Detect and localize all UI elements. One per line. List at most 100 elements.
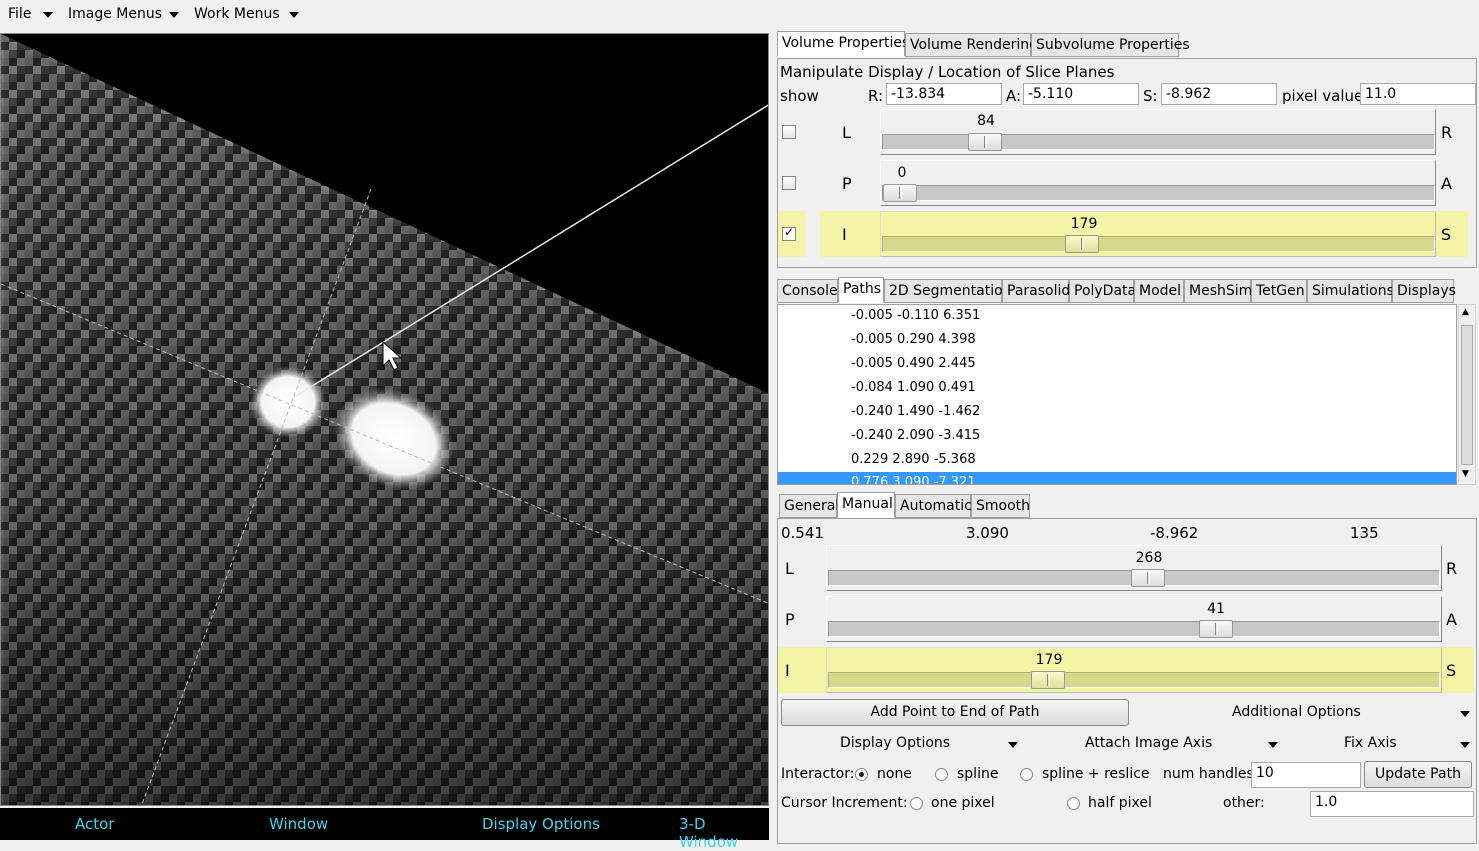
additional-options-menu[interactable]: Additional Options [1232,704,1361,720]
chevron-down-icon[interactable] [289,12,299,18]
chevron-down-icon[interactable] [169,12,179,18]
display-options-button[interactable]: Display Options [482,815,600,833]
num-handles-label: num handles [1163,766,1254,782]
pa-slider-track[interactable] [882,185,1435,201]
scroll-down-icon[interactable]: ▼ [1462,469,1469,479]
volume-tabs: Volume Properties Volume Rendering Subvo… [777,31,1479,59]
tab-general[interactable]: General [779,494,839,518]
tab-subvolume-properties[interactable]: Subvolume Properties [1031,33,1190,57]
r-coordinate-field[interactable]: -13.834 [886,83,1002,105]
menu-image-menus[interactable]: Image Menus [68,6,162,22]
tab-paths[interactable]: Paths [838,277,884,303]
interactor-spline-label: spline [957,766,999,782]
slider-left-label: I [785,661,790,680]
s-label: S: [1143,87,1158,105]
actor-button[interactable]: Actor [75,815,114,833]
chevron-down-icon[interactable] [1008,742,1018,748]
half-pixel-radio[interactable] [1067,797,1080,810]
show-pa-plane-checkbox[interactable] [782,176,796,190]
a-coordinate-field[interactable]: -5.110 [1023,83,1139,105]
tab-automatic[interactable]: Automatic [895,494,972,518]
show-is-plane-checkbox[interactable]: ✓ [782,225,796,241]
list-item[interactable]: -0.005 0.490 2.445 [851,356,976,371]
show-lr-plane-checkbox[interactable] [782,125,796,139]
list-item[interactable]: -0.005 -0.110 6.351 [851,308,980,323]
list-item-selected[interactable]: 0.776 3.090 -7.321 [851,475,976,484]
list-item[interactable]: -0.005 0.290 4.398 [851,332,976,347]
one-pixel-radio[interactable] [910,797,923,810]
is-slider-thumb[interactable] [1065,235,1099,253]
interactor-spline-radio[interactable] [935,768,948,781]
tab-tetgen[interactable]: TetGen [1251,279,1307,303]
ct-slice-image[interactable] [1,34,769,806]
chevron-down-icon[interactable] [1460,711,1470,717]
manual-is-slider-thumb[interactable] [1031,671,1065,689]
menu-file[interactable]: File [8,6,31,22]
pixel-value-label: pixel value: [1282,87,1369,105]
list-item[interactable]: 0.229 2.890 -5.368 [851,452,976,467]
menu-bar: File Image Menus Work Menus [0,0,769,30]
3d-window-button[interactable]: 3-D Window [679,815,769,851]
coord-z: -8.962 [1150,524,1199,542]
s-coordinate-field[interactable]: -8.962 [1161,83,1277,105]
update-path-button[interactable]: Update Path [1364,761,1472,788]
viewer-bottom-bar: Actor Window Display Options 3-D Window [0,808,769,851]
list-item[interactable]: -0.084 1.090 0.491 [851,380,976,395]
volume-properties-panel: Manipulate Display / Location of Slice P… [777,58,1477,268]
tab-meshsim[interactable]: MeshSim [1184,279,1252,303]
tab-displays[interactable]: Displays [1392,279,1456,303]
window-button[interactable]: Window [269,815,328,833]
is-slider-track[interactable] [882,236,1435,252]
tab-smooth[interactable]: Smooth [971,494,1030,518]
interactor-none-radio[interactable] [855,768,868,781]
slider-right-label: A [1446,610,1457,629]
tab-polydata[interactable]: PolyData [1069,279,1136,303]
scroll-up-icon[interactable]: ▲ [1462,307,1469,317]
tab-manual[interactable]: Manual [837,492,895,518]
interactor-spline-reslice-label: spline + reslice [1042,766,1150,782]
manual-pa-slider-track[interactable] [828,621,1440,637]
interactor-spline-reslice-radio[interactable] [1020,768,1033,781]
pa-slider-value: 0 [897,165,907,181]
tab-simulations[interactable]: Simulations [1307,279,1394,303]
slider-left-label: P [785,610,795,629]
chevron-down-icon[interactable] [1268,742,1278,748]
interactor-none-label: none [877,766,912,782]
tab-console[interactable]: Console [777,279,838,303]
image-viewer[interactable] [0,33,769,806]
chevron-down-icon[interactable] [43,12,53,18]
lr-slider-value: 84 [977,113,995,129]
slider-right-label: S [1446,661,1457,680]
other-increment-field[interactable]: 1.0 [1310,791,1474,817]
manual-lr-slider-thumb[interactable] [1131,569,1165,587]
attach-image-axis-menu[interactable]: Attach Image Axis [1085,735,1212,751]
tab-volume-rendering[interactable]: Volume Rendering [905,33,1038,57]
tab-2d-segmentation[interactable]: 2D Segmentation [884,279,1012,303]
pixel-value-field[interactable]: 11.0 [1360,83,1476,105]
manual-pa-value: 41 [1207,601,1225,617]
manual-panel: 0.541 3.090 -8.962 135 L 268 R P 41 A I … [777,518,1477,844]
tab-model[interactable]: Model [1134,279,1184,303]
fix-axis-menu[interactable]: Fix Axis [1344,735,1397,751]
display-options-menu[interactable]: Display Options [840,735,950,751]
menu-work-menus[interactable]: Work Menus [194,6,280,22]
lr-slider-thumb[interactable] [968,133,1002,151]
pa-slider-thumb[interactable] [883,184,917,202]
show-label: show [780,87,819,105]
slider-right-label: S [1441,225,1452,244]
manual-is-slider-track[interactable] [828,672,1440,688]
list-item[interactable]: -0.240 2.090 -3.415 [851,428,980,443]
paths-list[interactable]: -0.005 -0.110 6.351 -0.005 0.290 4.398 -… [777,304,1457,485]
chevron-down-icon[interactable] [1460,742,1470,748]
num-handles-field[interactable]: 10 [1251,762,1361,788]
list-item[interactable]: -0.240 1.490 -1.462 [851,404,980,419]
manual-pa-slider-thumb[interactable] [1199,620,1233,638]
a-label: A: [1006,87,1022,105]
tab-volume-properties[interactable]: Volume Properties [777,31,909,57]
add-point-button[interactable]: Add Point to End of Path [781,699,1129,726]
tab-parasolid[interactable]: Parasolid [1002,279,1070,303]
paths-scrollbar[interactable]: ▲ ▼ [1458,304,1476,485]
scrollbar-thumb[interactable] [1461,325,1473,465]
interactor-label: Interactor: [781,766,855,782]
lr-slider-track[interactable] [882,134,1435,150]
